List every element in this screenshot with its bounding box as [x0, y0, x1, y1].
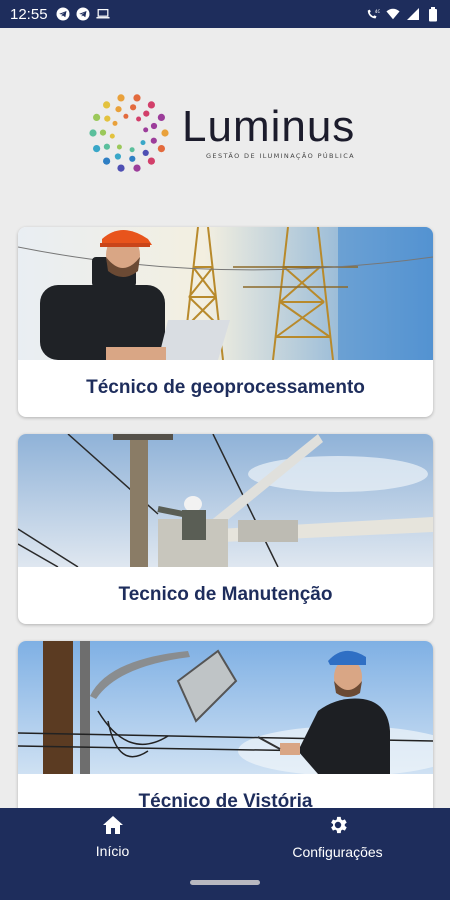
- nav-label-home: Início: [95, 843, 130, 859]
- logo-dot: [130, 104, 137, 111]
- status-bar: 12:55 4G: [0, 0, 450, 28]
- logo-dot: [114, 153, 121, 160]
- logo-dot: [115, 106, 122, 113]
- logo-dot: [143, 110, 150, 117]
- nav-item-home[interactable]: Início: [0, 808, 225, 866]
- laptop-icon: [95, 7, 110, 21]
- logo-dot: [123, 113, 129, 119]
- logo-tagline: GESTÃO DE ILUMINAÇÃO PÚBLICA: [206, 152, 356, 160]
- logo-dot: [129, 155, 136, 162]
- logo-dot: [147, 101, 155, 109]
- card-inspection-technician[interactable]: Técnico de Vistória: [18, 641, 433, 831]
- card-maintenance-technician[interactable]: Tecnico de Manutenção: [18, 434, 433, 624]
- telegram-icon: [56, 7, 70, 21]
- logo-dot: [99, 129, 107, 136]
- logo-dot: [150, 137, 157, 144]
- telegram-icon: [76, 7, 90, 21]
- logo-dot: [157, 145, 165, 153]
- logo-dot-ring-icon: [89, 94, 169, 172]
- logo-wordmark: Luminus: [182, 102, 356, 151]
- logo-dot: [133, 94, 141, 102]
- logo-dot: [104, 115, 111, 122]
- status-time: 12:55: [10, 5, 48, 23]
- battery-icon: [426, 6, 440, 21]
- logo-dot: [129, 147, 135, 153]
- nav-label-settings: Configurações: [292, 844, 383, 860]
- logo-dot: [89, 129, 97, 137]
- home-gesture-bar[interactable]: [190, 880, 260, 885]
- system-gesture-area: [0, 866, 450, 900]
- card-title: Técnico de geoprocessamento: [86, 377, 365, 398]
- logo-dot: [157, 113, 165, 121]
- system-icons: 4G: [366, 6, 440, 21]
- notification-icons: [56, 7, 110, 21]
- home-icon: [102, 815, 124, 840]
- logo-dot: [140, 140, 146, 146]
- logo-dot: [112, 120, 118, 126]
- nav-item-settings[interactable]: Configurações: [225, 808, 450, 866]
- logo-dot: [93, 145, 101, 153]
- logo-dot: [103, 157, 111, 165]
- logo-dot: [143, 127, 149, 133]
- logo-dot: [136, 116, 142, 122]
- logo-dot: [147, 157, 155, 165]
- card-photo-inspection: [18, 641, 433, 774]
- card-geoprocessing-technician[interactable]: Técnico de geoprocessamento: [18, 227, 433, 417]
- logo-dot: [93, 113, 101, 121]
- wifi-icon: [386, 7, 400, 21]
- logo-dot: [117, 164, 125, 172]
- card-photo-geoprocessing: [18, 227, 433, 360]
- luminus-logo: Luminus GESTÃO DE ILUMINAÇÃO PÚBLICA: [84, 88, 374, 178]
- logo-dot: [142, 149, 149, 156]
- signal-icon: [406, 7, 420, 21]
- bottom-navigation: Início Configurações: [0, 808, 450, 866]
- logo-dot: [103, 143, 110, 150]
- volte-call-icon: 4G: [366, 7, 380, 21]
- gear-icon: [327, 814, 349, 841]
- logo-dot: [109, 133, 115, 139]
- svg-text:4G: 4G: [375, 9, 380, 15]
- card-photo-maintenance: [18, 434, 433, 567]
- logo-dot: [103, 101, 111, 109]
- logo-dot: [117, 94, 125, 102]
- logo-dot: [116, 144, 122, 150]
- logo-dot: [133, 164, 141, 172]
- card-title: Tecnico de Manutenção: [118, 584, 333, 605]
- logo-dot: [150, 122, 158, 130]
- logo-dot: [161, 129, 169, 137]
